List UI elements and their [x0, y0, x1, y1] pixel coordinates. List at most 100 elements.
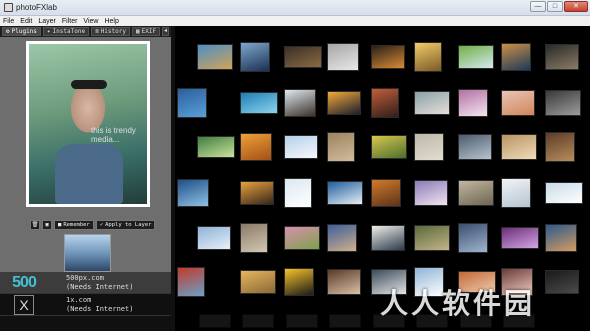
gallery-photo[interactable] [240, 223, 268, 253]
preview-photo: this is trendy media... [29, 44, 147, 204]
gallery-photo[interactable] [501, 43, 531, 71]
apply-to-layer-button[interactable]: ✓ Apply to Layer [95, 220, 156, 230]
minimize-button[interactable]: — [530, 1, 546, 12]
preview-photo-frame: this is trendy media... [26, 41, 150, 207]
gallery-photo-reflection [242, 314, 274, 328]
tab-plugins[interactable]: ⚙ Plugins [2, 27, 41, 36]
gallery-photo[interactable] [284, 135, 318, 159]
gallery-photo[interactable] [197, 44, 233, 70]
maximize-button[interactable]: □ [547, 1, 563, 12]
menu-layer[interactable]: Layer [35, 18, 59, 25]
gallery-photo[interactable] [240, 270, 276, 294]
gallery-photo[interactable] [414, 133, 444, 161]
window-controls: — □ ✕ [530, 1, 588, 12]
photo-figure-shirt [55, 144, 123, 204]
gallery-photo[interactable] [240, 133, 272, 161]
preview-thumbnail[interactable] [64, 234, 111, 272]
gallery-photo[interactable] [414, 225, 450, 251]
app-icon [4, 3, 13, 12]
gallery-photo[interactable] [284, 178, 312, 208]
logo-1x-icon: X [14, 294, 34, 315]
menu-help[interactable]: Help [101, 18, 121, 25]
remember-label: Remember [63, 222, 90, 228]
title-bar: photoFXlab — □ ✕ [0, 0, 590, 16]
gallery-photo[interactable] [458, 180, 494, 206]
gallery-photo[interactable] [545, 224, 577, 252]
trash-icon[interactable]: 🗑 [30, 220, 40, 230]
gallery-photo[interactable] [371, 135, 407, 159]
gallery-photo[interactable] [327, 224, 357, 252]
source-1x-text: 1x.com (Needs Internet) [66, 296, 133, 314]
gallery-photo[interactable] [284, 268, 314, 296]
gallery-photo[interactable] [327, 43, 359, 71]
gallery-photo[interactable] [545, 182, 583, 204]
gallery-photo[interactable] [545, 132, 575, 162]
gallery-photo[interactable] [240, 42, 270, 72]
gallery-photo[interactable] [501, 227, 539, 249]
source-1x-status: (Needs Internet) [66, 304, 134, 313]
gallery-photo[interactable] [371, 45, 405, 69]
gallery-photo[interactable] [371, 88, 399, 118]
gallery-photo[interactable] [458, 45, 494, 69]
tab-instatone[interactable]: ✦ InstaTone [42, 27, 90, 36]
gallery-photo[interactable] [327, 269, 361, 295]
source-500px-text: 500px.com (Needs Internet) [66, 274, 133, 292]
gallery-photo[interactable] [414, 180, 448, 206]
gallery-photo[interactable] [501, 90, 535, 116]
apply-label: Apply to Layer [105, 222, 152, 228]
gallery-photo[interactable] [458, 89, 488, 117]
gallery-photo[interactable] [177, 179, 209, 207]
list-icon: ≣ [95, 28, 99, 35]
disk-icon[interactable]: ▣ [42, 220, 52, 230]
gallery-photo[interactable] [414, 91, 450, 115]
menu-edit[interactable]: Edit [17, 18, 35, 25]
remember-button[interactable]: ■ Remember [54, 220, 94, 230]
preview-area: this is trendy media... 🗑 ▣ ■ Remember ✓ A… [0, 37, 171, 272]
gallery-photo[interactable] [197, 136, 235, 158]
tab-exif[interactable]: ▦ EXIF [131, 27, 161, 36]
logo-1x: X [0, 294, 48, 315]
gallery-photo[interactable] [371, 225, 405, 251]
gallery-photo[interactable] [327, 91, 361, 115]
watermark-text: 人人软件园 [380, 287, 536, 320]
gallery-photo-reflection [329, 314, 361, 328]
gallery-photo[interactable] [327, 132, 355, 162]
photo-overlay-text: this is trendy media... [91, 126, 136, 144]
panel-tabs: ⚙ Plugins ✦ InstaTone ≣ History ▦ EXIF ◂ [0, 26, 171, 37]
source-1x[interactable]: X 1x.com (Needs Internet) [0, 294, 171, 316]
gallery-photo[interactable] [177, 88, 207, 118]
window-title: photoFXlab [16, 3, 57, 12]
gallery-photo[interactable] [501, 134, 537, 160]
gallery-photo[interactable] [545, 90, 581, 116]
close-button[interactable]: ✕ [564, 1, 588, 12]
source-list: 500 500px.com (Needs Internet) X 1x.com … [0, 272, 171, 331]
gallery-photo[interactable] [371, 179, 401, 207]
tab-plugins-label: Plugins [11, 28, 37, 35]
gallery-photo-reflection [199, 314, 231, 328]
gallery-photo[interactable] [501, 178, 531, 208]
gallery-photo[interactable] [545, 270, 579, 294]
collapse-arrow-icon[interactable]: ◂ [162, 27, 169, 36]
gallery-photo[interactable] [327, 181, 363, 205]
gallery-photo[interactable] [458, 134, 492, 160]
gallery-photo[interactable] [545, 44, 579, 70]
menu-view[interactable]: View [80, 18, 101, 25]
logo-500px: 500 [0, 273, 48, 293]
source-500px-name: 500px.com [66, 273, 104, 282]
gallery-photo[interactable] [414, 42, 442, 72]
gallery-photo[interactable] [240, 181, 274, 205]
gallery-photo[interactable] [284, 46, 322, 68]
menu-bar: File Edit Layer Filter View Help [0, 16, 590, 26]
gallery-photo[interactable] [284, 89, 316, 117]
gallery-photo[interactable] [458, 223, 488, 253]
tab-history[interactable]: ≣ History [91, 27, 130, 36]
source-500px[interactable]: 500 500px.com (Needs Internet) [0, 272, 171, 294]
tab-history-label: History [100, 28, 126, 35]
gallery-photo-reflection [286, 314, 318, 328]
menu-filter[interactable]: Filter [59, 18, 81, 25]
gallery-photo[interactable] [240, 92, 278, 114]
gallery-photo[interactable] [284, 226, 320, 250]
menu-file[interactable]: File [0, 18, 17, 25]
gallery-photo[interactable] [177, 267, 205, 297]
gallery-photo[interactable] [197, 226, 231, 250]
